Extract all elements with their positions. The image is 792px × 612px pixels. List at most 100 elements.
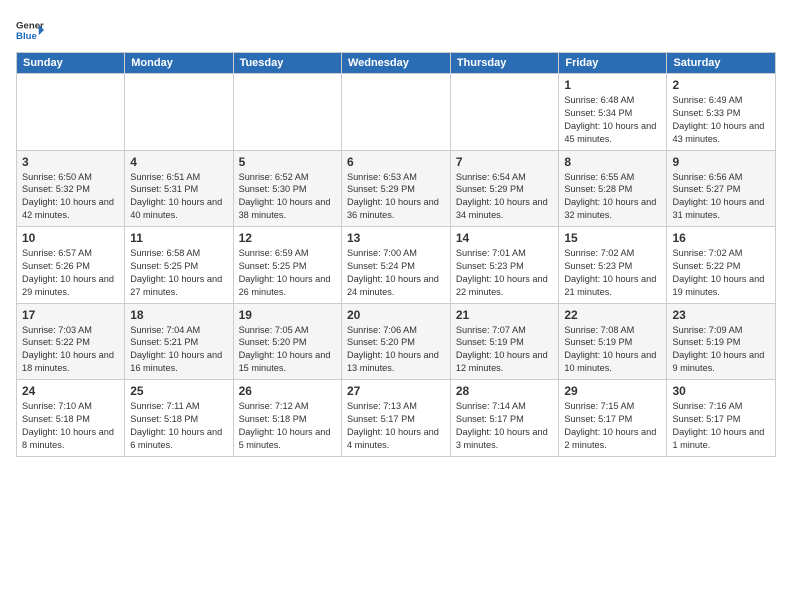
day-number: 16 [672, 231, 770, 245]
day-number: 12 [239, 231, 336, 245]
calendar-cell: 12 Sunrise: 6:59 AM Sunset: 5:25 PM Dayli… [233, 227, 341, 304]
column-header-wednesday: Wednesday [341, 53, 450, 74]
calendar-cell: 28 Sunrise: 7:14 AM Sunset: 5:17 PM Dayli… [450, 380, 559, 457]
day-info: Sunrise: 6:50 AM Sunset: 5:32 PM Dayligh… [22, 171, 119, 223]
day-info: Sunrise: 6:56 AM Sunset: 5:27 PM Dayligh… [672, 171, 770, 223]
day-info: Sunrise: 7:12 AM Sunset: 5:18 PM Dayligh… [239, 400, 336, 452]
calendar-cell: 8 Sunrise: 6:55 AM Sunset: 5:28 PM Daylig… [559, 150, 667, 227]
column-header-monday: Monday [125, 53, 233, 74]
calendar-cell [341, 74, 450, 151]
day-number: 8 [564, 155, 661, 169]
day-info: Sunrise: 7:15 AM Sunset: 5:17 PM Dayligh… [564, 400, 661, 452]
day-number: 1 [564, 78, 661, 92]
day-number: 23 [672, 308, 770, 322]
calendar-cell: 7 Sunrise: 6:54 AM Sunset: 5:29 PM Daylig… [450, 150, 559, 227]
calendar-cell: 26 Sunrise: 7:12 AM Sunset: 5:18 PM Dayli… [233, 380, 341, 457]
day-number: 9 [672, 155, 770, 169]
day-info: Sunrise: 7:09 AM Sunset: 5:19 PM Dayligh… [672, 324, 770, 376]
calendar-cell: 19 Sunrise: 7:05 AM Sunset: 5:20 PM Dayli… [233, 303, 341, 380]
calendar-cell [233, 74, 341, 151]
day-info: Sunrise: 7:05 AM Sunset: 5:20 PM Dayligh… [239, 324, 336, 376]
calendar-cell: 21 Sunrise: 7:07 AM Sunset: 5:19 PM Dayli… [450, 303, 559, 380]
page-header: General Blue [16, 16, 776, 44]
day-number: 25 [130, 384, 227, 398]
day-number: 3 [22, 155, 119, 169]
day-number: 10 [22, 231, 119, 245]
column-header-friday: Friday [559, 53, 667, 74]
day-number: 26 [239, 384, 336, 398]
calendar-cell: 5 Sunrise: 6:52 AM Sunset: 5:30 PM Daylig… [233, 150, 341, 227]
calendar-cell: 16 Sunrise: 7:02 AM Sunset: 5:22 PM Dayli… [667, 227, 776, 304]
calendar-cell: 15 Sunrise: 7:02 AM Sunset: 5:23 PM Dayli… [559, 227, 667, 304]
day-info: Sunrise: 7:03 AM Sunset: 5:22 PM Dayligh… [22, 324, 119, 376]
column-header-tuesday: Tuesday [233, 53, 341, 74]
calendar-cell: 22Sunrise: 7:08 AM Sunset: 5:19 PM Dayli… [559, 303, 667, 380]
day-info: Sunrise: 6:52 AM Sunset: 5:30 PM Dayligh… [239, 171, 336, 223]
day-number: 13 [347, 231, 445, 245]
day-number: 17 [22, 308, 119, 322]
day-number: 7 [456, 155, 554, 169]
day-info: Sunrise: 7:00 AM Sunset: 5:24 PM Dayligh… [347, 247, 445, 299]
calendar-cell: 27 Sunrise: 7:13 AM Sunset: 5:17 PM Dayli… [341, 380, 450, 457]
calendar-week-1: 1Sunrise: 6:48 AM Sunset: 5:34 PM Daylig… [17, 74, 776, 151]
day-info: Sunrise: 6:59 AM Sunset: 5:25 PM Dayligh… [239, 247, 336, 299]
column-header-saturday: Saturday [667, 53, 776, 74]
day-info: Sunrise: 6:51 AM Sunset: 5:31 PM Dayligh… [130, 171, 227, 223]
day-number: 19 [239, 308, 336, 322]
day-info: Sunrise: 7:01 AM Sunset: 5:23 PM Dayligh… [456, 247, 554, 299]
calendar-cell: 10 Sunrise: 6:57 AM Sunset: 5:26 PM Dayli… [17, 227, 125, 304]
day-info: Sunrise: 7:02 AM Sunset: 5:23 PM Dayligh… [564, 247, 661, 299]
day-info: Sunrise: 7:13 AM Sunset: 5:17 PM Dayligh… [347, 400, 445, 452]
day-info: Sunrise: 7:14 AM Sunset: 5:17 PM Dayligh… [456, 400, 554, 452]
calendar-cell: 29 Sunrise: 7:15 AM Sunset: 5:17 PM Dayli… [559, 380, 667, 457]
calendar-week-4: 17 Sunrise: 7:03 AM Sunset: 5:22 PM Dayli… [17, 303, 776, 380]
day-info: Sunrise: 7:02 AM Sunset: 5:22 PM Dayligh… [672, 247, 770, 299]
calendar-week-3: 10 Sunrise: 6:57 AM Sunset: 5:26 PM Dayli… [17, 227, 776, 304]
calendar-cell: 9 Sunrise: 6:56 AM Sunset: 5:27 PM Daylig… [667, 150, 776, 227]
day-number: 20 [347, 308, 445, 322]
day-number: 4 [130, 155, 227, 169]
day-info: Sunrise: 6:49 AM Sunset: 5:33 PM Dayligh… [672, 94, 770, 146]
calendar-cell: 6Sunrise: 6:53 AM Sunset: 5:29 PM Daylig… [341, 150, 450, 227]
calendar-cell: 17 Sunrise: 7:03 AM Sunset: 5:22 PM Dayli… [17, 303, 125, 380]
calendar-week-2: 3 Sunrise: 6:50 AM Sunset: 5:32 PM Daylig… [17, 150, 776, 227]
svg-text:Blue: Blue [16, 31, 37, 42]
calendar-table: SundayMondayTuesdayWednesdayThursdayFrid… [16, 52, 776, 457]
calendar-cell: 4 Sunrise: 6:51 AM Sunset: 5:31 PM Daylig… [125, 150, 233, 227]
calendar-header-row: SundayMondayTuesdayWednesdayThursdayFrid… [17, 53, 776, 74]
calendar-cell: 2Sunrise: 6:49 AM Sunset: 5:33 PM Daylig… [667, 74, 776, 151]
day-number: 5 [239, 155, 336, 169]
calendar-cell: 13 Sunrise: 7:00 AM Sunset: 5:24 PM Dayli… [341, 227, 450, 304]
calendar-cell: 23 Sunrise: 7:09 AM Sunset: 5:19 PM Dayli… [667, 303, 776, 380]
day-info: Sunrise: 6:55 AM Sunset: 5:28 PM Dayligh… [564, 171, 661, 223]
day-number: 14 [456, 231, 554, 245]
calendar-cell: 11 Sunrise: 6:58 AM Sunset: 5:25 PM Dayli… [125, 227, 233, 304]
calendar-cell: 3 Sunrise: 6:50 AM Sunset: 5:32 PM Daylig… [17, 150, 125, 227]
calendar-week-5: 24Sunrise: 7:10 AM Sunset: 5:18 PM Dayli… [17, 380, 776, 457]
column-header-thursday: Thursday [450, 53, 559, 74]
day-number: 21 [456, 308, 554, 322]
day-info: Sunrise: 6:57 AM Sunset: 5:26 PM Dayligh… [22, 247, 119, 299]
day-info: Sunrise: 7:04 AM Sunset: 5:21 PM Dayligh… [130, 324, 227, 376]
day-number: 18 [130, 308, 227, 322]
calendar-cell: 20Sunrise: 7:06 AM Sunset: 5:20 PM Dayli… [341, 303, 450, 380]
day-info: Sunrise: 7:10 AM Sunset: 5:18 PM Dayligh… [22, 400, 119, 452]
column-header-sunday: Sunday [17, 53, 125, 74]
day-number: 15 [564, 231, 661, 245]
day-number: 11 [130, 231, 227, 245]
day-number: 30 [672, 384, 770, 398]
day-info: Sunrise: 7:07 AM Sunset: 5:19 PM Dayligh… [456, 324, 554, 376]
day-info: Sunrise: 7:16 AM Sunset: 5:17 PM Dayligh… [672, 400, 770, 452]
calendar-cell: 24Sunrise: 7:10 AM Sunset: 5:18 PM Dayli… [17, 380, 125, 457]
day-number: 27 [347, 384, 445, 398]
day-number: 28 [456, 384, 554, 398]
calendar-cell: 14 Sunrise: 7:01 AM Sunset: 5:23 PM Dayli… [450, 227, 559, 304]
day-info: Sunrise: 6:53 AM Sunset: 5:29 PM Dayligh… [347, 171, 445, 223]
day-number: 29 [564, 384, 661, 398]
calendar-cell [450, 74, 559, 151]
calendar-cell [125, 74, 233, 151]
day-info: Sunrise: 6:58 AM Sunset: 5:25 PM Dayligh… [130, 247, 227, 299]
day-info: Sunrise: 7:08 AM Sunset: 5:19 PM Dayligh… [564, 324, 661, 376]
calendar-cell [17, 74, 125, 151]
day-info: Sunrise: 6:54 AM Sunset: 5:29 PM Dayligh… [456, 171, 554, 223]
